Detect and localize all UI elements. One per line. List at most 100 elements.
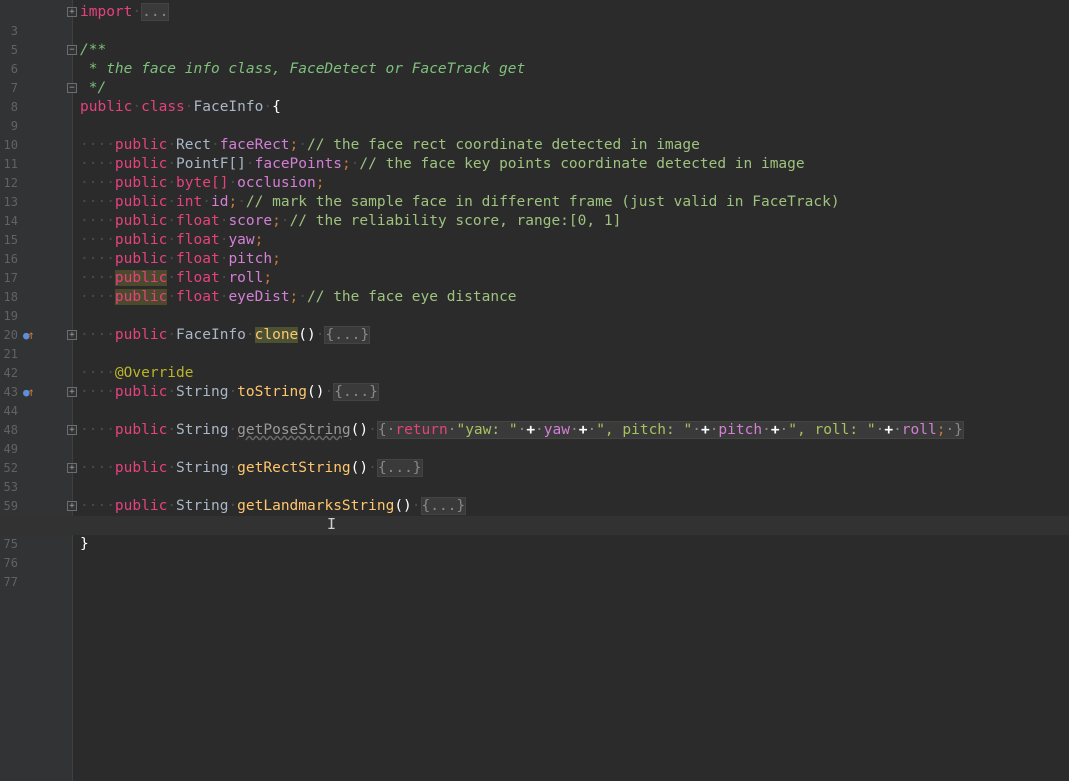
field-modifier: public xyxy=(114,194,168,210)
method-modifier: public xyxy=(114,460,168,476)
field-type: float xyxy=(176,251,220,267)
field-line: 14 ····public·int·id;·// mark the sample… xyxy=(0,193,1069,228)
override-up-icon[interactable]: ●↑ xyxy=(23,326,39,345)
code-line: 6 − /** xyxy=(0,41,1069,76)
code-line: 7 * the face info class, FaceDetect or F… xyxy=(0,60,1069,95)
field-type: float xyxy=(176,232,220,248)
field-modifier: public xyxy=(114,175,168,191)
line-number: 77 xyxy=(3,575,18,589)
field-line: 18 ····public·float·roll; xyxy=(0,269,1069,304)
field-line: 15 ····public·float·score;·// the reliab… xyxy=(0,212,1069,247)
open-brace: { xyxy=(272,99,281,115)
code-line: 5 xyxy=(0,22,1069,57)
field-name[interactable]: occlusion xyxy=(237,175,316,191)
field-modifier: public xyxy=(114,232,168,248)
class-name[interactable]: FaceInfo xyxy=(194,99,264,115)
fold-toggle-icon[interactable]: − xyxy=(67,45,77,55)
method-line-clone: 21 ●↑ + ····public·FaceInfo·clone()·{...… xyxy=(0,326,1069,361)
field-line: 19 ····public·float·eyeDist;·// the face… xyxy=(0,288,1069,323)
method-fold-placeholder[interactable]: {...} xyxy=(420,497,467,515)
method-line-getlandmarksstring: 60 + ····public·String·getLandmarksStrin… xyxy=(0,497,1069,532)
field-name[interactable]: roll xyxy=(228,270,263,286)
import-keyword: import xyxy=(80,4,133,20)
method-line-tostring: 44 ●↑ + ····public·String·toString()·{..… xyxy=(0,383,1069,418)
class-keyword: class xyxy=(141,99,185,115)
field-modifier: public xyxy=(114,156,168,172)
method-fold-placeholder[interactable]: {...} xyxy=(333,383,379,401)
method-line-getposestring: 49 + ····public·String·getPoseString()·{… xyxy=(0,421,1069,456)
string-literal: "yaw: " xyxy=(456,422,518,438)
code-editor[interactable]: 3 + import·... 5 6 − /** 7 * the face in… xyxy=(0,0,1069,781)
field-modifier: public xyxy=(114,289,168,305)
string-literal: ", roll: " xyxy=(788,422,876,438)
import-fold-placeholder[interactable]: ... xyxy=(141,3,170,21)
field-comment: // mark the sample face in different fra… xyxy=(245,194,840,210)
field-comment: // the reliability score, range:[0, 1] xyxy=(289,213,622,229)
field-line: 16 ····public·float·yaw; xyxy=(0,231,1069,266)
caret-line[interactable]: 75 xyxy=(0,516,1069,551)
code-lines: 3 + import·... 5 6 − /** 7 * the face in… xyxy=(0,3,1069,589)
method-return-type: String xyxy=(176,422,229,438)
method-modifier: public xyxy=(114,422,168,438)
code-line: 77 xyxy=(0,554,1069,589)
string-literal: ", pitch: " xyxy=(596,422,693,438)
code-line: 52 xyxy=(0,440,1069,475)
fold-toggle-icon[interactable]: + xyxy=(67,330,77,340)
text-cursor-icon: I xyxy=(327,515,337,533)
fold-toggle-icon[interactable]: + xyxy=(67,501,77,511)
field-modifier: public xyxy=(114,251,168,267)
override-annotation: @Override xyxy=(114,365,194,381)
method-fold-placeholder[interactable]: {...} xyxy=(376,459,423,477)
fold-toggle-icon[interactable]: + xyxy=(67,7,77,17)
code-line: 48 xyxy=(0,402,1069,437)
code-line: 10 xyxy=(0,117,1069,152)
field-name[interactable]: facePoints xyxy=(255,156,342,172)
field-ref: yaw xyxy=(543,422,570,438)
method-modifier: public xyxy=(114,498,168,514)
method-name[interactable]: getLandmarksString xyxy=(237,498,394,514)
field-name[interactable]: yaw xyxy=(228,232,254,248)
field-type: PointF[] xyxy=(176,156,246,172)
code-line: 9 public·class·FaceInfo·{ xyxy=(0,98,1069,133)
field-name[interactable]: score xyxy=(228,213,272,229)
code-line: 3 + import·... xyxy=(0,3,1069,38)
fold-toggle-icon[interactable]: + xyxy=(67,425,77,435)
field-line: 17 ····public·float·pitch; xyxy=(0,250,1069,285)
field-type: byte[] xyxy=(176,175,229,191)
field-name[interactable]: eyeDist xyxy=(228,289,289,305)
code-line: 76 } xyxy=(0,535,1069,570)
field-line: 11 ····public·Rect·faceRect;·// the face… xyxy=(0,136,1069,171)
field-name[interactable]: pitch xyxy=(228,251,272,267)
field-comment: // the face key points coordinate detect… xyxy=(359,156,805,172)
method-return-type: FaceInfo xyxy=(176,327,246,343)
method-name[interactable]: getPoseString xyxy=(237,422,351,438)
fold-toggle-icon[interactable]: − xyxy=(67,83,77,93)
doc-comment-close: */ xyxy=(80,80,107,96)
method-fold-placeholder[interactable]: {...} xyxy=(324,326,371,344)
field-name[interactable]: faceRect xyxy=(220,137,290,153)
field-type: int xyxy=(176,194,203,210)
method-name[interactable]: toString xyxy=(237,384,307,400)
field-modifier: public xyxy=(114,137,168,153)
field-modifier: public xyxy=(114,270,168,286)
fold-toggle-icon[interactable]: + xyxy=(67,387,77,397)
field-line: 13 ····public·byte[]·occlusion; xyxy=(0,174,1069,209)
code-line: 42 xyxy=(0,345,1069,380)
field-name[interactable]: id xyxy=(211,194,228,210)
field-line: 12 ····public·PointF[]·facePoints;·// th… xyxy=(0,155,1069,190)
fold-toggle-icon[interactable]: + xyxy=(67,463,77,473)
method-return-type: String xyxy=(176,460,229,476)
doc-comment-body: * the face info class, FaceDetect or Fac… xyxy=(80,61,526,77)
method-modifier: public xyxy=(114,384,168,400)
field-modifier: public xyxy=(114,213,168,229)
method-line-getrectstring: 53 + ····public·String·getRectString()·{… xyxy=(0,459,1069,494)
method-name[interactable]: getRectString xyxy=(237,460,351,476)
field-ref: roll xyxy=(901,422,937,438)
code-line: 59 xyxy=(0,478,1069,513)
override-up-icon[interactable]: ●↑ xyxy=(23,383,39,402)
field-comment: // the face rect coordinate detected in … xyxy=(307,137,700,153)
code-line: 8 − */ xyxy=(0,79,1069,114)
field-type: Rect xyxy=(176,137,211,153)
field-type: float xyxy=(176,289,220,305)
method-name[interactable]: clone xyxy=(254,327,299,343)
